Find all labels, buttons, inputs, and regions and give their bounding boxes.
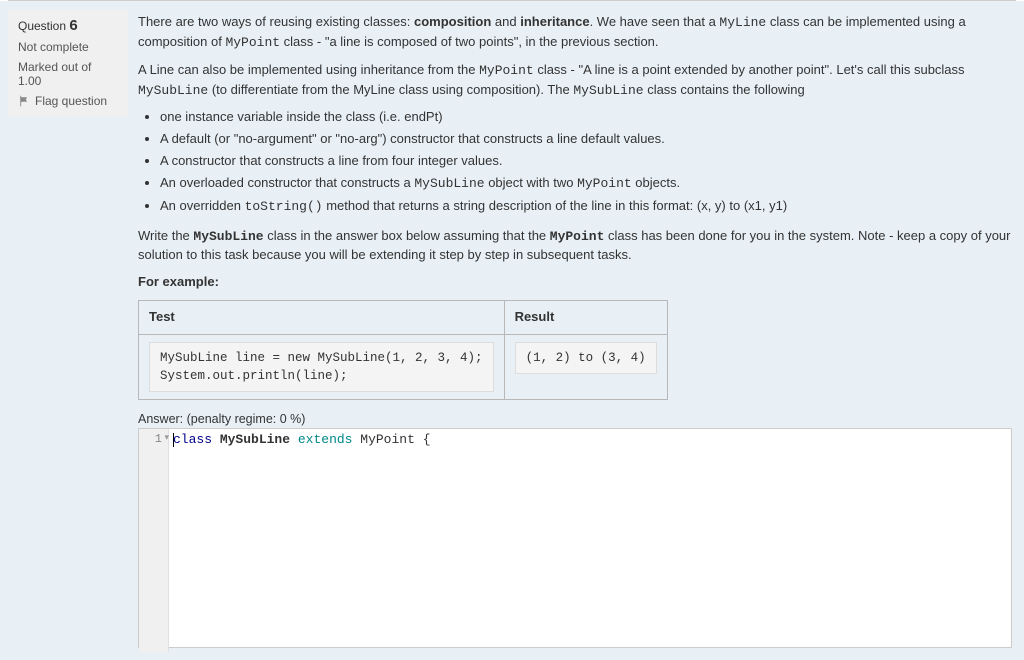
- test-result: (1, 2) to (3, 4): [515, 342, 657, 374]
- requirements-list: one instance variable inside the class (…: [160, 108, 1012, 216]
- question-info-sidebar: Question 6 Not complete Marked out of 1.…: [8, 9, 128, 116]
- for-example-label: For example:: [138, 273, 1012, 292]
- list-item: An overridden toString() method that ret…: [160, 197, 1012, 217]
- write-instruction: Write the MySubLine class in the answer …: [138, 227, 1012, 266]
- table-row: Test Result: [139, 301, 668, 335]
- flag-icon: [18, 95, 30, 107]
- flag-question-link[interactable]: Flag question: [18, 94, 118, 108]
- question-prefix: Question: [18, 19, 66, 33]
- question-number: 6: [69, 17, 77, 34]
- code-line-content[interactable]: class MySubLine extends MyPoint {: [169, 429, 1011, 452]
- code-editor[interactable]: 1 ▾ class MySubLine extends MyPoint {: [138, 428, 1012, 648]
- table-header-result: Result: [504, 301, 667, 335]
- gutter-fill: [139, 452, 169, 652]
- intro-paragraph-1: There are two ways of reusing existing c…: [138, 13, 1012, 53]
- table-row: MySubLine line = new MySubLine(1, 2, 3, …: [139, 334, 668, 399]
- list-item: A default (or "no-argument" or "no-arg")…: [160, 130, 1012, 149]
- list-item: one instance variable inside the class (…: [160, 108, 1012, 127]
- question-page: Question 6 Not complete Marked out of 1.…: [0, 1, 1024, 660]
- test-code: MySubLine line = new MySubLine(1, 2, 3, …: [149, 342, 494, 392]
- table-header-test: Test: [139, 301, 505, 335]
- answer-label: Answer: (penalty regime: 0 %): [138, 410, 1012, 428]
- result-cell: (1, 2) to (3, 4): [504, 334, 667, 399]
- editor-empty-area: [139, 452, 1011, 652]
- line-number-gutter: 1 ▾: [139, 429, 169, 452]
- question-content: There are two ways of reusing existing c…: [136, 9, 1016, 652]
- list-item: An overloaded constructor that construct…: [160, 174, 1012, 194]
- example-table: Test Result MySubLine line = new MySubLi…: [138, 300, 668, 400]
- question-number-heading: Question 6: [18, 17, 118, 34]
- intro-paragraph-2: A Line can also be implemented using inh…: [138, 61, 1012, 101]
- question-status: Not complete: [18, 40, 118, 54]
- editor-line: 1 ▾ class MySubLine extends MyPoint {: [139, 429, 1011, 452]
- test-cell: MySubLine line = new MySubLine(1, 2, 3, …: [139, 334, 505, 399]
- flag-question-label: Flag question: [35, 94, 107, 108]
- list-item: A constructor that constructs a line fro…: [160, 152, 1012, 171]
- question-marked-out-of: Marked out of 1.00: [18, 60, 118, 88]
